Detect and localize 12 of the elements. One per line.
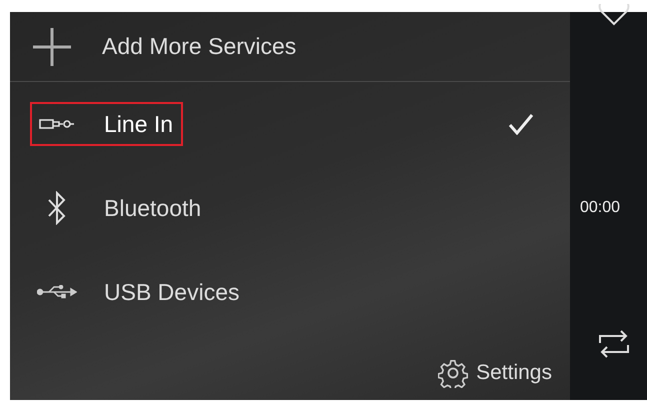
source-item[interactable]: Bluetooth (32, 188, 210, 228)
usb-icon (37, 285, 77, 299)
bluetooth-icon (47, 191, 67, 225)
heart-icon[interactable] (596, 4, 630, 26)
plug-icon (39, 118, 75, 130)
playback-time: 00:00 (580, 199, 620, 217)
settings-link[interactable]: Settings (476, 361, 552, 385)
plus-icon (32, 26, 72, 66)
source-item[interactable]: USB Devices (32, 272, 248, 312)
source-item[interactable]: Line In (32, 104, 182, 144)
settings-icon[interactable] (438, 358, 468, 388)
add-services-item[interactable]: Add More Services (102, 33, 296, 60)
